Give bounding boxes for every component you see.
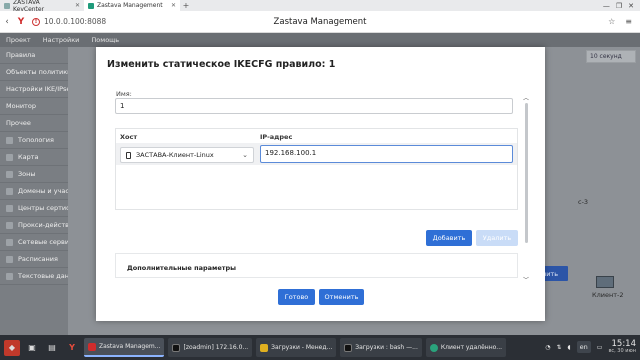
address-bar: ‹ Y ! 10.0.0.100:8088 Zastava Management… — [0, 11, 640, 33]
zones-icon — [6, 170, 13, 178]
proxy-icon — [6, 221, 13, 229]
maximize-icon[interactable]: ❐ — [616, 2, 622, 10]
topology-icon — [6, 136, 13, 144]
minimize-icon[interactable]: — — [603, 2, 610, 10]
url-text: 10.0.0.100:8088 — [44, 17, 107, 26]
insecure-warning-icon: ! — [32, 17, 40, 26]
column-header-host: Хост — [120, 133, 138, 141]
taskbar-item-remote-client[interactable]: Клиент удалённо... — [425, 338, 507, 357]
scroll-up-icon[interactable]: ︿ — [523, 93, 529, 102]
sidebar-item-cert-centers[interactable]: Центры сертиф. — [0, 200, 68, 217]
window-controls: — ❐ ✕ — [603, 0, 640, 11]
sidebar-item-monitor[interactable]: Монитор — [0, 98, 68, 115]
advanced-params-section[interactable]: Дополнительные параметры — [115, 253, 518, 278]
url-field[interactable]: ! 10.0.0.100:8088 — [32, 17, 106, 26]
host-ip-table: Хост IP-адрес ЗАСТАВА-Клиент-Linux ⌄ 192… — [115, 128, 518, 210]
keycenter-favicon-icon — [4, 2, 10, 9]
start-menu-icon[interactable]: ◆ — [4, 339, 20, 356]
name-input[interactable]: 1 — [115, 98, 513, 114]
certificate-icon — [6, 204, 13, 212]
cancel-button[interactable]: Отменить — [319, 289, 364, 305]
sidebar-item-domains[interactable]: Домены и участки — [0, 183, 68, 200]
sidebar-item-topology[interactable]: Топология — [0, 132, 68, 149]
close-tab-icon[interactable]: ✕ — [171, 2, 176, 9]
taskbar-item-downloads-manager[interactable]: Загрузки - Менед... — [256, 338, 337, 357]
tab-label: Zastava Management — [97, 2, 163, 9]
sidebar-item-text-data[interactable]: Текстовые данные — [0, 268, 68, 285]
edit-ikecfg-dialog: Изменить статическое IKECFG правило: 1 И… — [96, 47, 545, 321]
sidebar-item-map[interactable]: Карта — [0, 149, 68, 166]
advanced-params-label: Дополнительные параметры — [127, 264, 237, 272]
scroll-thumb[interactable] — [525, 103, 528, 243]
host-value: ЗАСТАВА-Клиент-Linux — [136, 151, 214, 159]
column-header-ip: IP-адрес — [260, 133, 293, 141]
back-icon[interactable]: ‹ — [0, 17, 14, 27]
calendar-icon — [6, 255, 13, 263]
keyboard-layout[interactable]: en — [576, 341, 591, 354]
new-tab-icon[interactable]: + — [180, 0, 192, 11]
host-select[interactable]: ЗАСТАВА-Клиент-Linux ⌄ — [120, 147, 254, 163]
taskbar-item-bash[interactable]: Загрузки : bash —... — [340, 338, 422, 357]
sidebar-item-schedules[interactable]: Расписания — [0, 251, 68, 268]
delete-button[interactable]: Удалить — [476, 230, 518, 246]
sidebar-item-other[interactable]: Прочее — [0, 115, 68, 132]
sidebar-item-network-services[interactable]: Сетевые сервисы — [0, 234, 68, 251]
sidebar-item-proxy-actions[interactable]: Прокси-действия — [0, 217, 68, 234]
sidebar-item-policy-objects[interactable]: Объекты политики — [0, 64, 68, 81]
scroll-down-icon[interactable]: ﹀ — [523, 275, 529, 284]
dialog-title: Изменить статическое IKECFG правило: 1 — [107, 59, 336, 70]
client-node-icon — [596, 276, 614, 288]
add-button[interactable]: Добавить — [426, 230, 472, 246]
yandex-browser-icon — [88, 342, 96, 351]
close-tab-icon[interactable]: ✕ — [75, 2, 80, 9]
remote-client-icon — [429, 343, 438, 352]
yandex-icon[interactable]: Y — [14, 17, 28, 27]
menu-project[interactable]: Проект — [6, 36, 31, 44]
topology-node-label: с-3 — [578, 198, 589, 206]
volume-icon[interactable]: ◖ — [567, 344, 570, 351]
host-device-icon — [126, 151, 131, 159]
close-window-icon[interactable]: ✕ — [628, 2, 634, 10]
text-icon — [6, 272, 13, 280]
bookmark-icon[interactable]: ☆ — [608, 17, 615, 26]
page-title: Zastava Management — [273, 16, 367, 27]
menu-icon[interactable]: ≡ — [625, 17, 632, 26]
yandex-browser-icon[interactable]: Y — [64, 340, 80, 356]
zastava-favicon-icon — [88, 2, 94, 9]
network-icon — [6, 238, 13, 246]
menu-settings[interactable]: Настройки — [43, 36, 80, 44]
name-label: Имя: — [116, 90, 132, 98]
sidebar-item-ike-settings[interactable]: Настройки IKE/IPsec — [0, 81, 68, 98]
chevron-down-icon: ⌄ — [242, 151, 248, 159]
app-sidebar: Правила Объекты политики Настройки IKE/I… — [0, 47, 68, 335]
menu-help[interactable]: Помощь — [91, 36, 119, 44]
terminal-icon — [344, 343, 353, 352]
app-menubar: Проект Настройки Помощь — [0, 33, 640, 47]
browser-tabbar: ZASTAVA KeyCenter ✕ Zastava Management ✕… — [0, 0, 640, 13]
ip-address-input[interactable]: 192.168.100.1 — [260, 145, 513, 163]
clock[interactable]: 15:14 вс, 30 июн — [608, 340, 636, 354]
tab-zastava-keycenter[interactable]: ZASTAVA KeyCenter ✕ — [0, 0, 84, 13]
file-manager-icon[interactable]: ▤ — [44, 340, 60, 356]
taskbar: ◆ ▣ ▤ Y Zastava Managem... [zoadmin] 172… — [0, 335, 640, 360]
tab-zastava-management[interactable]: Zastava Management ✕ — [84, 0, 180, 11]
map-icon — [6, 153, 13, 161]
network-icon[interactable]: ⇅ — [556, 344, 561, 351]
notifications-icon[interactable]: ◔ — [545, 344, 550, 351]
show-desktop-icon[interactable]: ▣ — [24, 340, 40, 356]
domains-icon — [6, 187, 13, 195]
system-tray: ◔ ⇅ ◖ en ▭ 15:14 вс, 30 июн — [545, 340, 640, 354]
terminal-icon — [172, 343, 181, 352]
battery-icon[interactable]: ▭ — [597, 344, 603, 351]
dialog-scrollbar[interactable]: ︿ ﹀ — [523, 93, 531, 285]
sidebar-item-zones[interactable]: Зоны — [0, 166, 68, 183]
client-node-label: Клиент-2 — [592, 291, 624, 299]
ok-button[interactable]: Готово — [278, 289, 315, 305]
sidebar-item-rules[interactable]: Правила — [0, 47, 68, 64]
clock-date: вс, 30 июн — [608, 348, 636, 355]
refresh-interval-select[interactable]: 10 секунд — [586, 50, 636, 63]
taskbar-item-zastava[interactable]: Zastava Managem... — [84, 338, 165, 357]
folder-icon — [260, 343, 269, 352]
taskbar-item-terminal-zoadmin[interactable]: [zoadmin] 172.16.0... — [168, 338, 253, 357]
